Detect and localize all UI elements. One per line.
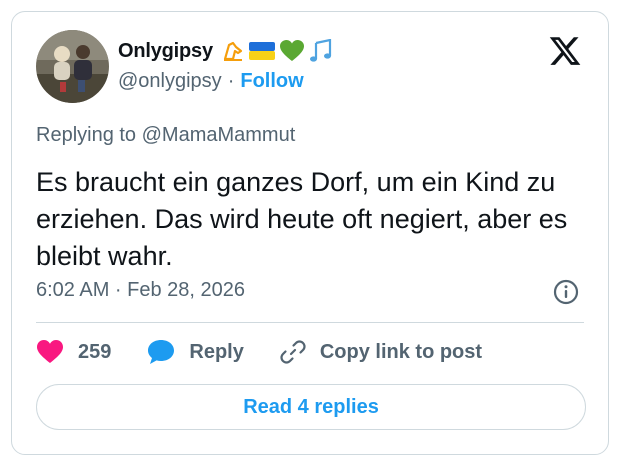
read-replies-label: Read 4 replies [243, 395, 379, 418]
action-bar: 259 Reply Copy link to post [36, 336, 482, 368]
info-icon[interactable] [553, 279, 579, 305]
ukraine-flag-emoji-icon [248, 41, 276, 61]
replying-to: Replying to @MamaMammut [36, 124, 296, 146]
follow-button[interactable]: Follow [240, 70, 303, 93]
reply-label: Reply [189, 340, 244, 363]
handle-separator: · [227, 70, 235, 92]
link-icon [280, 339, 306, 365]
divider [36, 322, 584, 323]
green-heart-emoji-icon [279, 39, 305, 63]
author-name[interactable]: Onlygipsy [118, 40, 213, 63]
tweet-timestamp[interactable]: 6:02 AM · Feb 28, 2026 [36, 279, 245, 302]
name-emojis [221, 39, 337, 63]
x-logo-icon[interactable] [548, 34, 582, 68]
author-handle-row: @onlygipsy · Follow [118, 70, 304, 93]
avatar-photo [36, 30, 109, 103]
read-replies-button[interactable]: Read 4 replies [36, 384, 586, 430]
copy-link-button[interactable]: Copy link to post [280, 339, 482, 365]
like-button[interactable]: 259 [36, 339, 111, 365]
heart-icon [36, 339, 64, 365]
tweet-text: Es braucht ein ganzes Dorf, um ein Kind … [36, 167, 568, 271]
music-notes-emoji-icon [308, 39, 334, 63]
author-name-row: Onlygipsy [118, 36, 337, 66]
author-handle[interactable]: @onlygipsy [118, 70, 222, 93]
reply-button[interactable]: Reply [147, 339, 244, 365]
carousel-horse-emoji-icon [221, 39, 245, 63]
speech-bubble-icon [147, 339, 175, 365]
avatar[interactable] [36, 30, 109, 103]
tweet-card: Onlygipsy @onlygipsy · Follow Replying t… [11, 11, 609, 455]
like-count: 259 [78, 340, 112, 363]
copy-link-label: Copy link to post [319, 340, 483, 363]
